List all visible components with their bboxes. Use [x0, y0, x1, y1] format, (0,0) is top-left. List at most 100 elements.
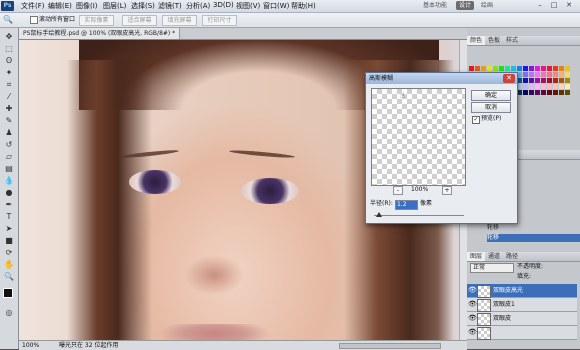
swatch[interactable]	[541, 72, 546, 77]
menu-filter[interactable]: 滤镜(T)	[158, 1, 182, 11]
type-tool-icon[interactable]: T	[3, 212, 15, 222]
cancel-button[interactable]: 取消	[471, 102, 511, 113]
swatch[interactable]	[535, 72, 540, 77]
swatch[interactable]	[541, 84, 546, 89]
swatch[interactable]	[547, 90, 552, 95]
menu-analysis[interactable]: 分析(A)	[186, 1, 210, 11]
radius-slider-track[interactable]	[374, 215, 464, 216]
swatch[interactable]	[541, 90, 546, 95]
swatch[interactable]	[499, 66, 504, 71]
swatch[interactable]	[565, 78, 570, 83]
horizontal-scrollbar[interactable]	[339, 343, 441, 349]
history-item[interactable]: 轮移	[487, 224, 580, 232]
zoom-out-button[interactable]: -	[393, 186, 403, 195]
swatch[interactable]	[487, 66, 492, 71]
workspace-design[interactable]: 设计	[456, 1, 475, 10]
swatch[interactable]	[493, 66, 498, 71]
menu-3d[interactable]: 3D(D)	[213, 1, 234, 9]
dialog-close-icon[interactable]: ✕	[503, 74, 515, 83]
swatch[interactable]	[565, 84, 570, 89]
visibility-eye-icon[interactable]: 👁	[468, 329, 477, 336]
swatch[interactable]	[505, 66, 510, 71]
swatch[interactable]	[529, 90, 534, 95]
visibility-eye-icon[interactable]: 👁	[468, 315, 477, 322]
swatch[interactable]	[547, 84, 552, 89]
swatch[interactable]	[553, 78, 558, 83]
swatch[interactable]	[517, 66, 522, 71]
actual-pixels-button[interactable]: 实际像素	[79, 15, 114, 26]
swatch[interactable]	[529, 78, 534, 83]
preview-checkbox[interactable]: ✓	[472, 116, 480, 124]
tab-swatches[interactable]: 色板	[485, 36, 503, 45]
swatch[interactable]	[547, 72, 552, 77]
menu-file[interactable]: 文件(F)	[21, 1, 45, 11]
swatch[interactable]	[559, 90, 564, 95]
swatch[interactable]	[565, 72, 570, 77]
swatch[interactable]	[535, 78, 540, 83]
workspace-painting[interactable]: 绘画	[478, 1, 496, 10]
layer-row[interactable]: 👁 双眼皮高光	[467, 284, 577, 298]
magic-wand-tool-icon[interactable]: ✦	[3, 68, 15, 78]
crop-tool-icon[interactable]: ⌗	[3, 80, 15, 90]
blur-tool-icon[interactable]: 💧	[3, 176, 15, 186]
path-select-tool-icon[interactable]: ➤	[3, 224, 15, 234]
zoom-tool-icon[interactable]: 🔍	[3, 272, 15, 282]
brush-tool-icon[interactable]: ✎	[3, 116, 15, 126]
menu-layer[interactable]: 图层(L)	[103, 1, 126, 11]
swatch[interactable]	[529, 66, 534, 71]
swatch[interactable]	[565, 90, 570, 95]
blur-preview[interactable]: ☝	[371, 88, 466, 186]
pen-tool-icon[interactable]: ✒	[3, 200, 15, 210]
history-brush-tool-icon[interactable]: ↺	[3, 140, 15, 150]
minimize-button[interactable]: –	[534, 1, 546, 10]
marquee-tool-icon[interactable]: ⬚	[3, 44, 15, 54]
visibility-eye-icon[interactable]: 👁	[468, 287, 477, 294]
blend-mode-select[interactable]: 正常	[470, 263, 514, 273]
swatch[interactable]	[553, 84, 558, 89]
healing-tool-icon[interactable]: ✚	[3, 104, 15, 114]
swatch[interactable]	[523, 78, 528, 83]
swatch[interactable]	[523, 90, 528, 95]
workspace-essentials[interactable]: 基本功能	[420, 1, 450, 10]
radius-slider-thumb[interactable]	[376, 212, 383, 217]
move-tool-icon[interactable]: ✥	[3, 32, 15, 42]
swatch[interactable]	[547, 66, 552, 71]
swatch[interactable]	[553, 90, 558, 95]
hand-tool-icon[interactable]: ✋	[3, 260, 15, 270]
layer-row[interactable]: 👁 双眼皮	[467, 312, 577, 326]
swatch[interactable]	[523, 72, 528, 77]
dialog-titlebar[interactable]: 高斯模糊 ✕	[366, 73, 517, 84]
print-size-button[interactable]: 打印尺寸	[202, 15, 237, 26]
swatch[interactable]	[523, 66, 528, 71]
layer-row[interactable]: 👁 双眼皮1	[467, 298, 577, 312]
zoom-tool-icon[interactable]: 🔍	[3, 15, 13, 24]
swatch[interactable]	[481, 66, 486, 71]
tab-layers[interactable]: 图层	[467, 252, 486, 261]
gradient-tool-icon[interactable]: ▤	[3, 164, 15, 174]
3d-rotate-tool-icon[interactable]: ⟳	[3, 248, 15, 258]
menu-view[interactable]: 视图(V)	[236, 1, 260, 11]
swatch[interactable]	[475, 66, 480, 71]
tab-paths[interactable]: 路径	[503, 252, 521, 261]
tab-channels[interactable]: 通道	[485, 252, 503, 261]
swatch[interactable]	[553, 72, 558, 77]
swatch[interactable]	[511, 66, 516, 71]
shape-tool-icon[interactable]: ■	[3, 236, 15, 246]
menu-edit[interactable]: 编辑(E)	[48, 1, 72, 11]
dodge-tool-icon[interactable]: ●	[3, 188, 15, 198]
maximize-button[interactable]: □	[548, 1, 560, 10]
menu-image[interactable]: 图像(I)	[76, 1, 98, 11]
zoom-in-button[interactable]: +	[442, 186, 452, 195]
swatch[interactable]	[559, 84, 564, 89]
swatch[interactable]	[469, 66, 474, 71]
foreground-color-swatch[interactable]	[3, 288, 13, 298]
swatch[interactable]	[547, 78, 552, 83]
tab-styles[interactable]: 样式	[503, 36, 521, 45]
swatch[interactable]	[553, 66, 558, 71]
fill-screen-button[interactable]: 填充屏幕	[162, 15, 197, 26]
history-item-current[interactable]: 轮移	[487, 234, 580, 242]
swatch[interactable]	[559, 66, 564, 71]
close-button[interactable]: ✕	[563, 1, 575, 10]
fit-screen-button[interactable]: 适合屏幕	[122, 15, 157, 26]
swatch[interactable]	[565, 66, 570, 71]
